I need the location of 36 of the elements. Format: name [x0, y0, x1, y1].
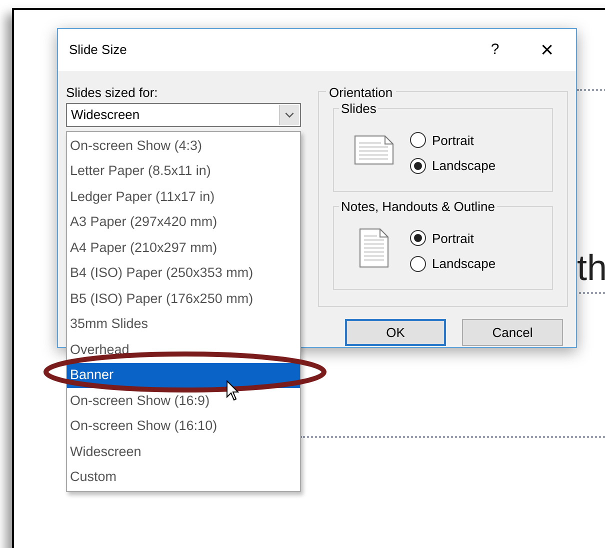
field-label: Slides sized for:: [66, 84, 159, 99]
option-label: Portrait: [432, 230, 474, 248]
close-button[interactable]: ×: [532, 39, 562, 61]
list-item[interactable]: B4 (ISO) Paper (250x353 mm): [67, 260, 300, 286]
radio-button[interactable]: [410, 132, 426, 148]
landscape-page-icon: [354, 135, 394, 165]
help-button[interactable]: ?: [480, 38, 510, 62]
list-item[interactable]: On-screen Show (4:3): [67, 133, 300, 158]
list-item[interactable]: Ledger Paper (11x17 in): [67, 184, 300, 210]
list-item[interactable]: Custom: [67, 464, 300, 490]
radio-button[interactable]: [410, 230, 426, 246]
radio-option[interactable]: Landscape: [410, 254, 496, 274]
option-label: Portrait: [432, 132, 474, 150]
option-label: Landscape: [432, 157, 496, 175]
chevron-down-icon: [279, 105, 299, 125]
window-title: Slide Size: [69, 41, 127, 60]
list-item[interactable]: Letter Paper (8.5x11 in): [67, 158, 300, 184]
radio-option[interactable]: Portrait: [410, 130, 496, 150]
ok-button[interactable]: OK: [345, 319, 446, 346]
portrait-page-icon: [359, 228, 389, 268]
list-item[interactable]: A4 Paper (210x297 mm): [67, 235, 300, 260]
radio-option[interactable]: Portrait: [410, 228, 496, 248]
list-item[interactable]: A3 Paper (297x420 mm): [67, 210, 300, 235]
radio-option[interactable]: Landscape: [410, 156, 496, 176]
radio-button[interactable]: [410, 256, 426, 272]
option-label: Landscape: [432, 255, 496, 273]
list-item[interactable]: Widescreen: [67, 439, 300, 464]
list-item[interactable]: 35mm Slides: [67, 312, 300, 337]
list-item[interactable]: Overhead: [67, 337, 300, 362]
list-item[interactable]: B5 (ISO) Paper (176x250 mm): [67, 286, 300, 312]
size-dropdown[interactable]: Widescreen: [66, 103, 301, 127]
radio-button[interactable]: [410, 158, 426, 174]
cancel-button[interactable]: Cancel: [462, 319, 563, 346]
mouse-pointer-icon: [226, 380, 240, 402]
slide-text: th: [577, 250, 605, 286]
list-item[interactable]: On-screen Show (16:10): [67, 414, 300, 439]
